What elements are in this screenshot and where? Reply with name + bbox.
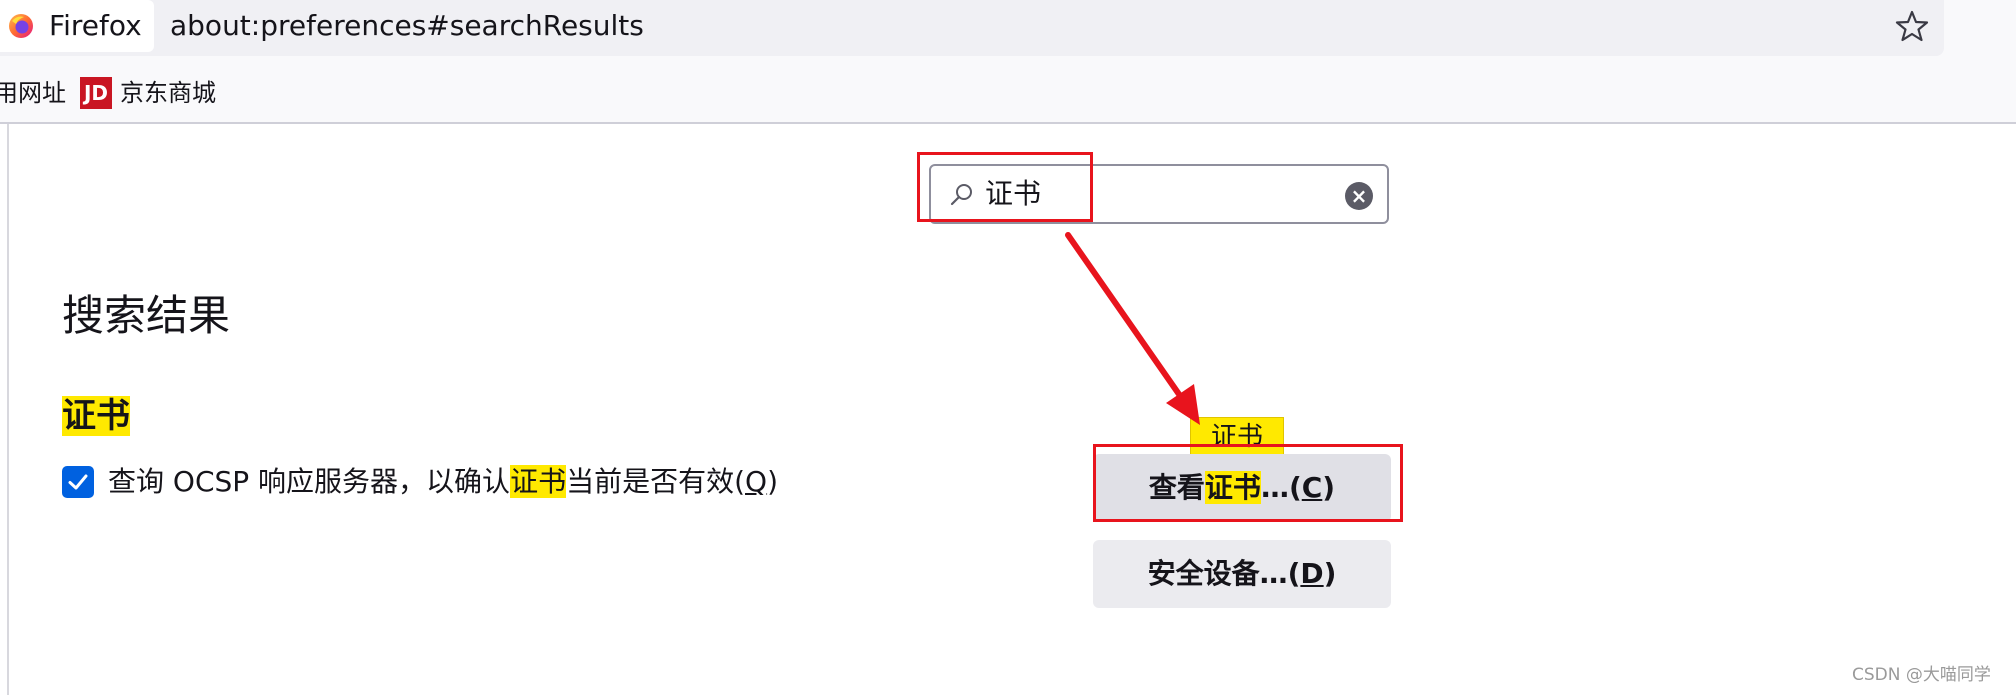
button-label-prefix: 安全设备…( <box>1147 557 1301 590</box>
annotation-box-search <box>917 152 1093 222</box>
bookmark-item-websites[interactable]: 用网址 <box>0 78 66 108</box>
watermark: CSDN @大喵同学 <box>1852 665 1991 685</box>
ocsp-label-close: ) <box>767 465 778 498</box>
bookmark-label: 京东商城 <box>120 79 216 107</box>
content-border <box>7 124 9 695</box>
jd-logo-icon: JD <box>80 77 112 109</box>
navigation-toolbar: Firefox about:preferences#searchResults <box>0 0 2016 60</box>
button-label-close: ) <box>1323 557 1337 590</box>
bookmark-star-icon[interactable] <box>1894 8 1930 44</box>
bookmarks-toolbar: 用网址 JD 京东商城 <box>0 60 2016 124</box>
search-highlight: 证书 <box>510 465 567 498</box>
accesskey: Q <box>745 465 768 498</box>
ocsp-checkbox-row[interactable]: 查询 OCSP 响应服务器，以确认证书当前是否有效(Q) <box>62 462 778 502</box>
identity-box[interactable]: Firefox <box>0 0 154 52</box>
certificates-group-heading: 证书 <box>62 394 130 438</box>
ocsp-label[interactable]: 查询 OCSP 响应服务器，以确认证书当前是否有效(Q) <box>108 464 778 500</box>
accesskey: D <box>1300 557 1324 590</box>
ocsp-label-suffix: 当前是否有效( <box>566 465 746 498</box>
checkmark-icon <box>68 474 88 490</box>
firefox-icon <box>9 14 33 38</box>
clear-search-icon[interactable]: × <box>1345 182 1373 210</box>
search-results-heading: 搜索结果 <box>62 291 231 340</box>
search-highlight: 证书 <box>62 396 130 436</box>
identity-label: Firefox <box>49 9 142 42</box>
bookmark-label: 用网址 <box>0 79 66 107</box>
security-devices-button[interactable]: 安全设备…(D) <box>1093 540 1391 608</box>
url-bar[interactable]: Firefox about:preferences#searchResults <box>0 0 1944 56</box>
url-text[interactable]: about:preferences#searchResults <box>170 9 644 43</box>
ocsp-checkbox[interactable] <box>62 466 94 498</box>
ocsp-label-prefix: 查询 OCSP 响应服务器，以确认 <box>108 465 511 498</box>
annotation-box-view-certificates <box>1093 444 1403 522</box>
